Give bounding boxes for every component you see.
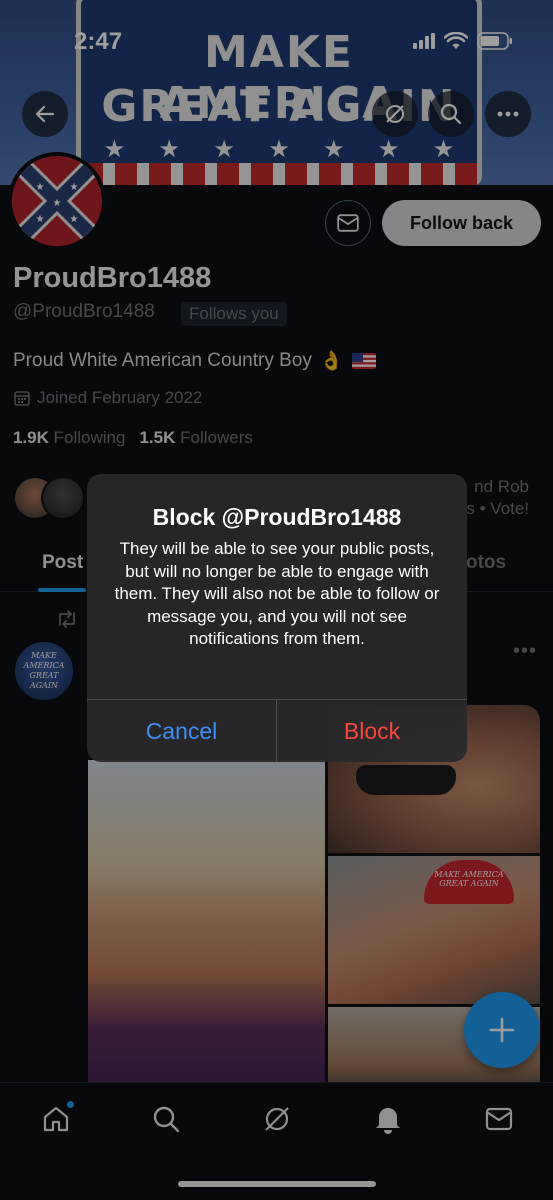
block-alert-dialog: Block @ProudBro1488 They will be able to… [87, 474, 467, 762]
cancel-button[interactable]: Cancel [87, 700, 276, 762]
block-button[interactable]: Block [277, 700, 467, 762]
alert-message: They will be able to see your public pos… [114, 539, 440, 649]
alert-title: Block @ProudBro1488 [152, 504, 402, 530]
